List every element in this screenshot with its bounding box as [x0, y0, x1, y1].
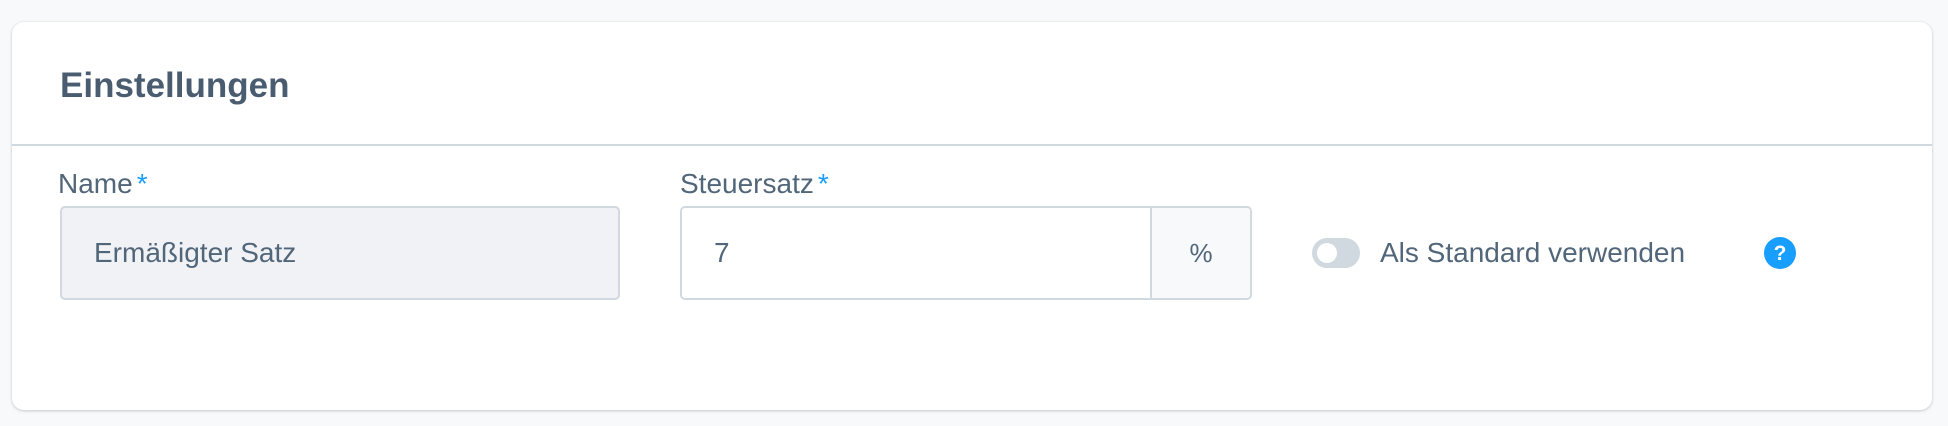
tax-rate-input-value: 7 [714, 237, 730, 268]
percent-suffix: % [1150, 208, 1250, 298]
tax-rate-input-group: 7 % [680, 206, 1252, 300]
card-title: Einstellungen [60, 66, 290, 105]
default-toggle-label[interactable]: Als Standard verwenden [1380, 238, 1685, 268]
name-label: Name * [58, 170, 148, 198]
name-input-value: Ermäßigter Satz [94, 237, 297, 268]
name-label-text: Name [58, 168, 133, 199]
tax-rate-label-text: Steuersatz [680, 168, 814, 199]
settings-card: Einstellungen Name * Ermäßigter Satz Steu… [12, 22, 1932, 410]
name-input[interactable]: Ermäßigter Satz [60, 206, 620, 300]
tax-rate-required-mark: * [817, 168, 829, 199]
tax-rate-label: Steuersatz * [680, 170, 829, 198]
question-circle-icon[interactable]: ? [1764, 237, 1796, 269]
tax-rate-input[interactable]: 7 [682, 208, 1150, 298]
toggle-knob [1317, 243, 1337, 263]
name-required-mark: * [136, 168, 148, 199]
card-header: Einstellungen [12, 22, 1932, 146]
default-toggle-switch[interactable] [1312, 238, 1360, 268]
